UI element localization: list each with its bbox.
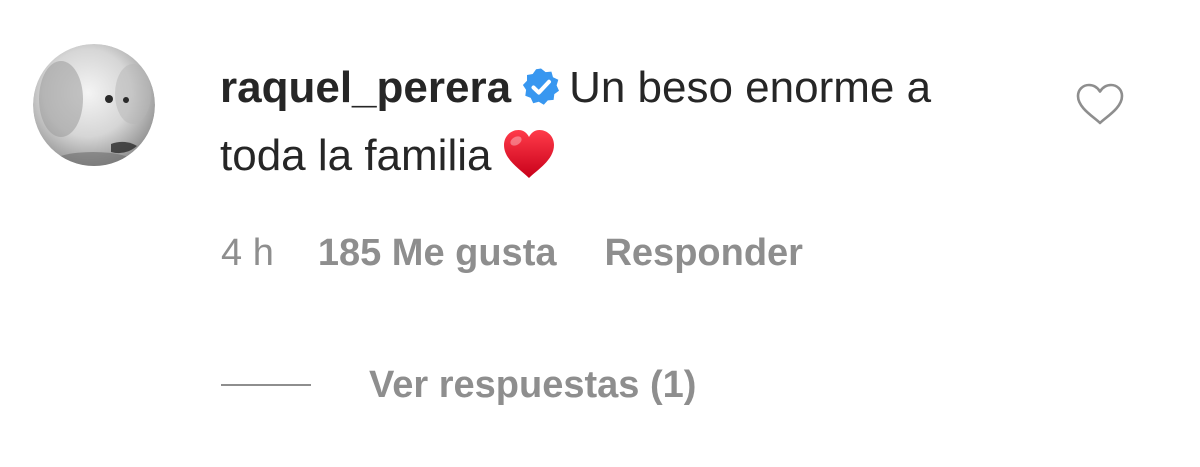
comment-time[interactable]: 4 h [221, 232, 274, 275]
reply-button[interactable]: Responder [604, 232, 802, 275]
replies-divider-line [221, 384, 311, 386]
avatar-image [33, 44, 155, 166]
verified-badge-icon [522, 68, 560, 105]
likes-count-button[interactable]: 185 Me gusta [318, 232, 557, 275]
avatar[interactable] [33, 44, 155, 166]
comment: raquel_perera Un beso enorme a toda la f… [0, 0, 1200, 467]
heart-outline-icon[interactable] [1075, 82, 1125, 126]
username-link[interactable]: raquel_perera [220, 63, 511, 112]
red-heart-emoji [504, 130, 555, 178]
comment-meta: 4 h 185 Me gusta Responder [221, 232, 803, 275]
view-replies-label: Ver respuestas (1) [369, 363, 697, 406]
view-replies-button[interactable]: Ver respuestas (1) [221, 360, 696, 410]
comment-body: raquel_perera Un beso enorme a toda la f… [220, 54, 980, 190]
